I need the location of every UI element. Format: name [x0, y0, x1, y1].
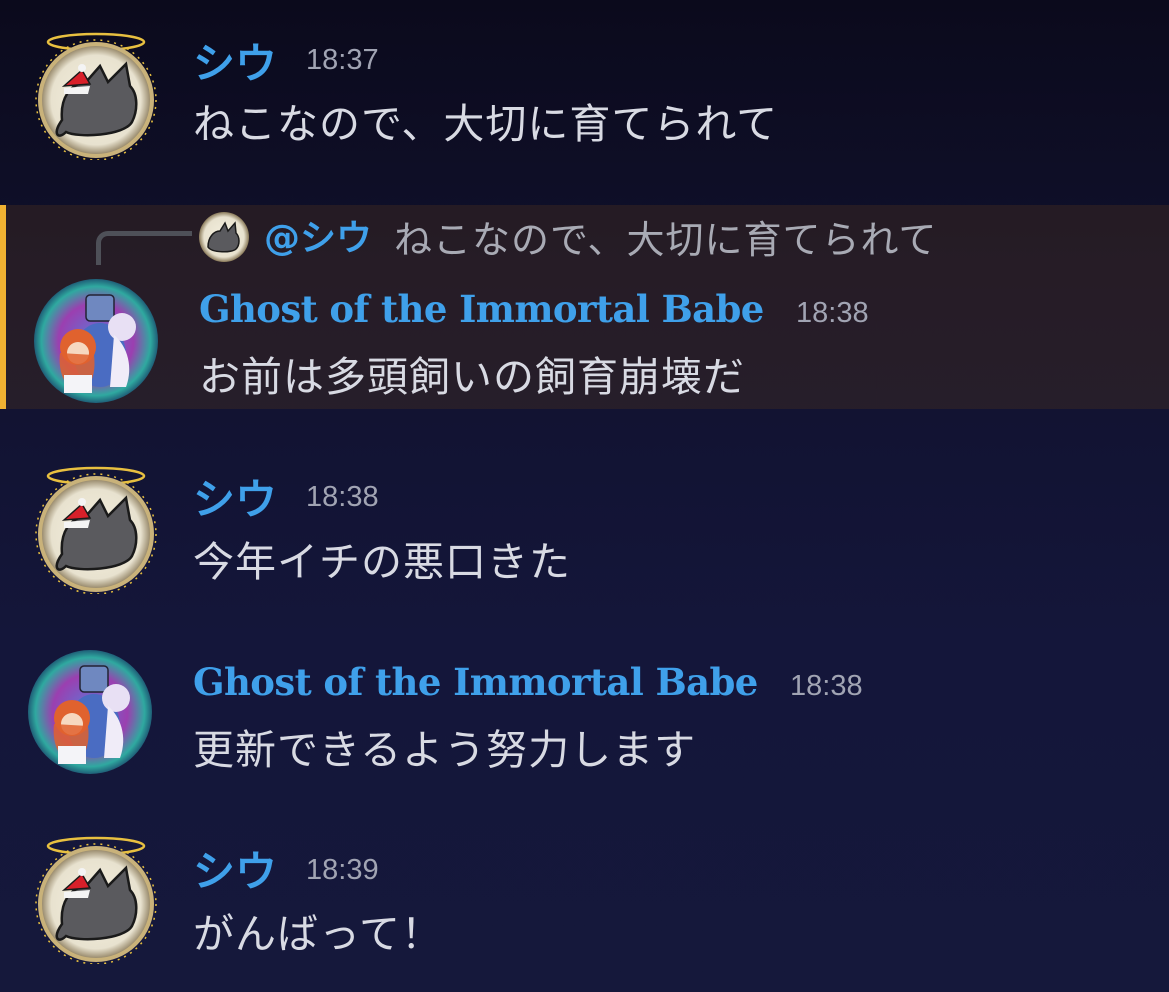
cat-avatar-icon [199, 212, 249, 262]
timestamp: 18:38 [796, 297, 869, 329]
avatar[interactable] [30, 462, 162, 594]
username[interactable]: シウ [193, 466, 277, 527]
reply-preview[interactable]: @シウ ねこなので、大切に育てられて [6, 205, 1169, 265]
cat-santa-hat-icon [35, 32, 157, 160]
reply-avatar[interactable] [198, 211, 250, 263]
anime-characters-avatar-icon [34, 279, 158, 403]
cat-santa-hat-icon [35, 836, 157, 964]
chat-message-list: シウ 18:37 ねこなので、大切に育てられて @シウ ねこなので、大切に育てら… [0, 0, 1169, 992]
avatar[interactable] [30, 832, 162, 964]
avatar[interactable] [30, 275, 162, 407]
timestamp: 18:37 [306, 44, 379, 76]
chat-message[interactable]: シウ 18:39 がんばって！ [0, 810, 1169, 992]
message-text: お前は多頭飼いの飼育崩壊だ [199, 353, 745, 401]
chat-message[interactable]: シウ 18:37 ねこなので、大切に育てられて [0, 0, 1169, 200]
avatar[interactable] [24, 646, 156, 778]
message-text: 更新できるよう努力します [193, 726, 697, 774]
chat-message[interactable]: シウ 18:38 今年イチの悪口きた [0, 440, 1169, 620]
timestamp: 18:38 [306, 481, 379, 513]
chat-message-highlighted[interactable]: @シウ ねこなので、大切に育てられて Ghost of the Immortal… [0, 205, 1169, 409]
username[interactable]: Ghost of the Immortal Babe [193, 660, 758, 704]
username[interactable]: シウ [193, 838, 277, 899]
timestamp: 18:38 [790, 670, 863, 702]
reply-spine [96, 231, 192, 265]
timestamp: 18:39 [306, 854, 379, 886]
avatar[interactable] [30, 28, 162, 160]
message-text: ねこなので、大切に育てられて [193, 100, 779, 148]
reply-text[interactable]: ねこなので、大切に育てられて [394, 209, 937, 264]
username[interactable]: Ghost of the Immortal Babe [199, 287, 764, 331]
message-text: がんばって！ [193, 910, 443, 958]
message-text: 今年イチの悪口きた [193, 538, 571, 586]
username[interactable]: シウ [193, 30, 277, 91]
chat-message[interactable]: Ghost of the Immortal Babe 18:38 更新できるよう… [0, 630, 1169, 810]
anime-characters-avatar-icon [28, 650, 152, 774]
reply-mention[interactable]: @シウ [264, 209, 372, 261]
cat-santa-hat-icon [35, 466, 157, 594]
